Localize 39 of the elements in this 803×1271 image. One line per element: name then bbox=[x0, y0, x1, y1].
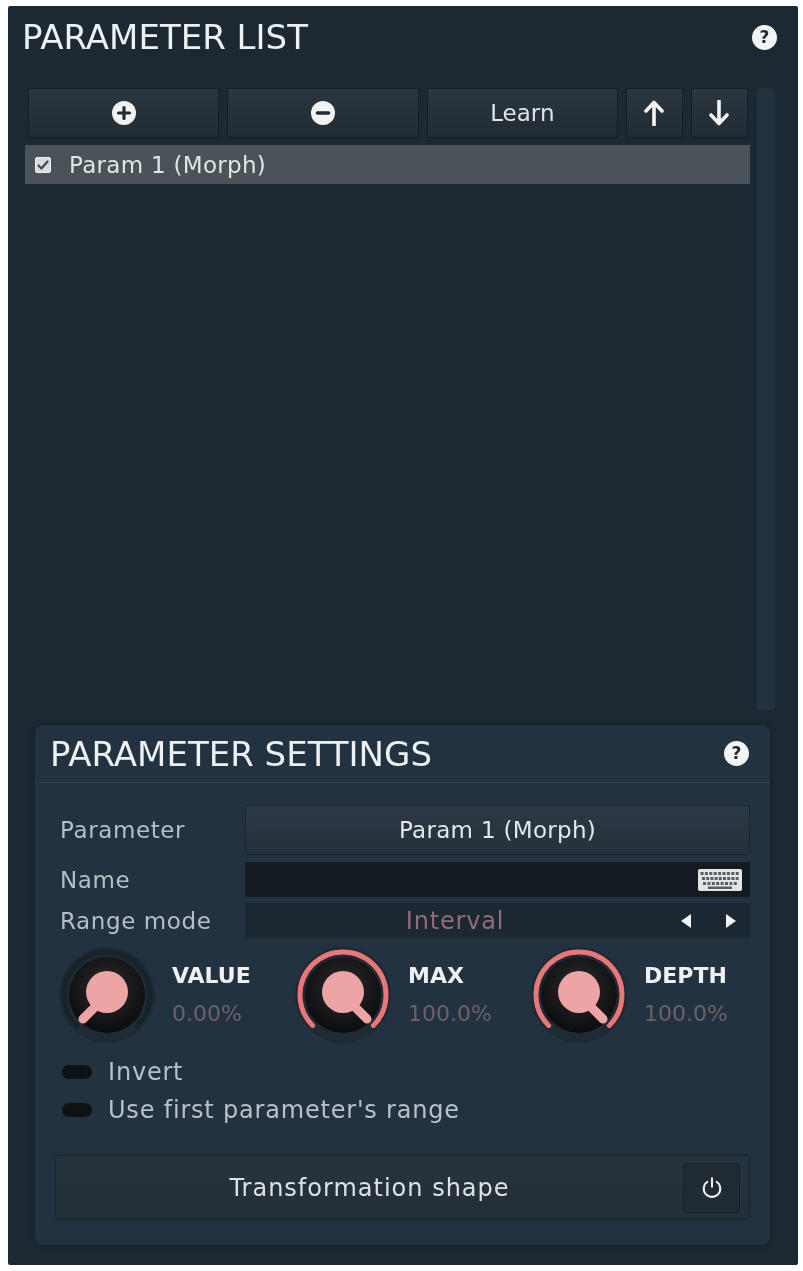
remove-button[interactable] bbox=[227, 88, 419, 138]
learn-button[interactable]: Learn bbox=[426, 88, 618, 138]
up-arrow-icon bbox=[644, 100, 665, 126]
power-button[interactable] bbox=[683, 1162, 740, 1213]
knob-value: 100.0% bbox=[644, 1000, 728, 1028]
knob[interactable] bbox=[529, 945, 629, 1045]
section-title: PARAMETER SETTINGS bbox=[50, 733, 432, 774]
knob[interactable] bbox=[293, 945, 393, 1045]
move-down-button[interactable] bbox=[691, 88, 748, 138]
power-icon bbox=[700, 1176, 723, 1199]
switch-icon[interactable] bbox=[62, 1065, 92, 1079]
name-input-field[interactable] bbox=[245, 862, 750, 897]
left-triangle-icon[interactable] bbox=[681, 913, 691, 928]
toggle-option[interactable]: Invert bbox=[62, 1054, 184, 1090]
transformation-shape-button[interactable]: Transformation shape bbox=[55, 1155, 750, 1220]
field-label: Name bbox=[60, 866, 132, 893]
plus-circle-icon bbox=[111, 101, 136, 125]
help-button[interactable]: ? bbox=[724, 741, 749, 766]
knob-label: VALUE bbox=[172, 962, 251, 990]
help-button[interactable]: ? bbox=[752, 24, 777, 50]
add-button[interactable] bbox=[28, 88, 220, 138]
knob-label: MAX bbox=[408, 962, 465, 990]
toggle-option[interactable]: Use first parameter's range bbox=[62, 1092, 460, 1128]
right-triangle-icon[interactable] bbox=[726, 913, 736, 928]
list-item[interactable]: Param 1 (Morph) bbox=[25, 145, 750, 184]
field-label: Parameter bbox=[60, 817, 187, 843]
knob-value: 100.0% bbox=[408, 1000, 492, 1028]
minus-circle-icon bbox=[311, 101, 335, 125]
keyboard-icon[interactable] bbox=[698, 868, 742, 891]
knob[interactable] bbox=[57, 945, 157, 1045]
knob-label: DEPTH bbox=[644, 962, 728, 990]
move-up-button[interactable] bbox=[626, 88, 683, 138]
parameter-dropdown[interactable]: Param 1 (Morph) bbox=[245, 805, 750, 855]
switch-icon[interactable] bbox=[62, 1103, 92, 1117]
field-label: Range mode bbox=[60, 907, 213, 934]
section-title: PARAMETER LIST bbox=[22, 17, 308, 57]
knob-value: 0.00% bbox=[172, 1000, 243, 1028]
checkbox-icon[interactable] bbox=[35, 156, 51, 173]
down-arrow-icon bbox=[709, 100, 730, 126]
